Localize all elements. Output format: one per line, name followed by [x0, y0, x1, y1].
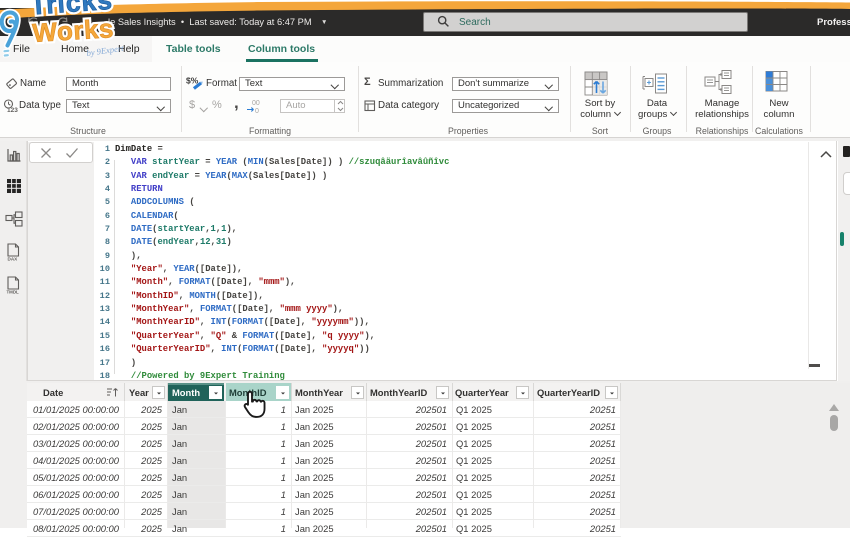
- svg-text:Works: Works: [32, 13, 115, 48]
- svg-text:TMDL: TMDL: [7, 290, 20, 295]
- svg-text:by 9Expert: by 9Expert: [86, 43, 125, 58]
- svg-text:0: 0: [255, 108, 259, 114]
- svg-text:00: 00: [252, 100, 260, 107]
- svg-text:123: 123: [7, 107, 18, 113]
- svg-text:DAX: DAX: [8, 257, 19, 262]
